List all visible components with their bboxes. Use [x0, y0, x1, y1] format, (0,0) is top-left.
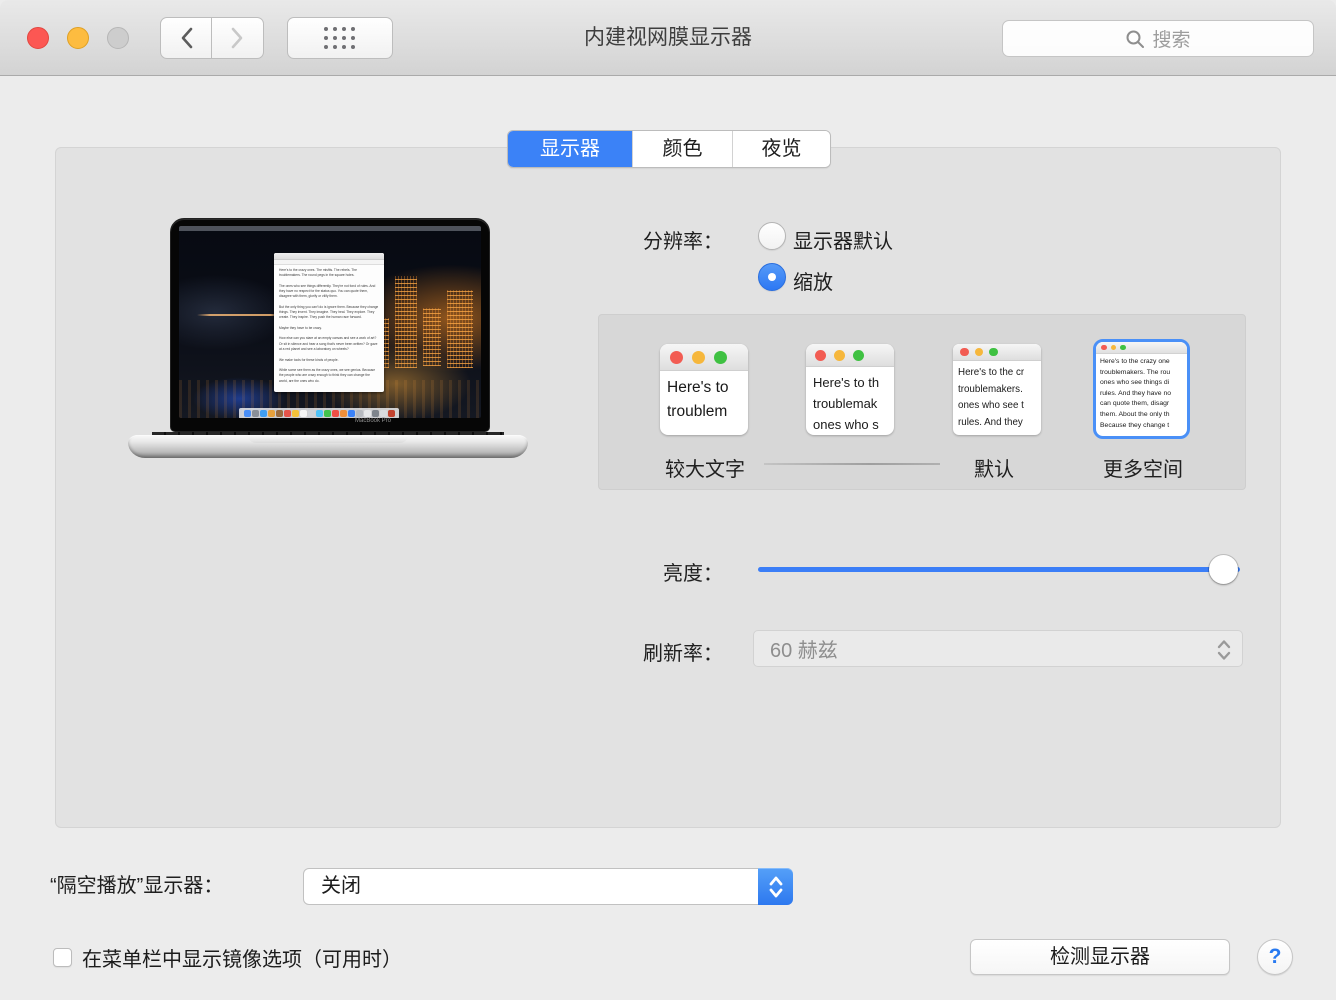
tab-bar: 显示器 颜色 夜览: [507, 130, 831, 168]
scale-option-2[interactable]: Here's to th troublemak ones who s: [806, 344, 894, 435]
tab-color[interactable]: 颜色: [632, 131, 732, 167]
grid-icon: [321, 25, 359, 51]
airplay-value: 关闭: [321, 869, 361, 904]
brightness-label: 亮度：: [423, 557, 723, 586]
scaled-resolutions-panel: Here's to troublem Here's to th troublem…: [598, 314, 1246, 490]
refresh-rate-dropdown[interactable]: 60 赫兹: [753, 630, 1243, 667]
macbook-pro-label: MacBook Pro: [213, 418, 533, 424]
forward-button: [212, 17, 264, 59]
chevron-up-down-icon: [768, 874, 784, 900]
search-placeholder: 搜索: [1152, 25, 1190, 52]
mini-bridge-lights: [197, 314, 283, 316]
back-button[interactable]: [160, 17, 212, 59]
macbook-lid-notch: [248, 435, 408, 443]
scale-option-more-space-selected[interactable]: Here's to the crazy one troublemakers. T…: [1093, 339, 1190, 439]
brightness-knob[interactable]: [1209, 555, 1238, 584]
dock: [239, 408, 399, 418]
tab-night-shift[interactable]: 夜览: [732, 131, 830, 167]
scale-option-default[interactable]: Here's to the cr troublemakers. ones who…: [953, 344, 1041, 435]
label-more-space: 更多空间: [1093, 453, 1193, 482]
scale-option-larger-text[interactable]: Here's to troublem: [660, 344, 748, 435]
minimize-window-button[interactable]: [67, 27, 89, 49]
brightness-track[interactable]: [758, 567, 1240, 572]
radio-default-for-display[interactable]: [758, 222, 786, 250]
show-mirroring-label[interactable]: 在菜单栏中显示镜像选项（可用时）: [82, 943, 402, 972]
popup-arrows-cap: [758, 868, 793, 905]
macbook-illustration: Here's to the crazy ones. The misfits. T…: [128, 218, 528, 460]
radio-scaled-label[interactable]: 缩放: [793, 266, 833, 295]
close-window-button[interactable]: [27, 27, 49, 49]
refresh-rate-label: 刷新率：: [423, 637, 723, 666]
airplay-dropdown[interactable]: 关闭: [303, 868, 793, 905]
show-mirroring-checkbox[interactable]: [53, 948, 72, 967]
brightness-slider[interactable]: [758, 554, 1240, 584]
mini-textedit-window: Here's to the crazy ones. The misfits. T…: [274, 253, 384, 392]
label-default: 默认: [944, 453, 1044, 482]
help-button[interactable]: ?: [1257, 939, 1293, 975]
tab-display[interactable]: 显示器: [508, 131, 632, 167]
zoom-window-button: [107, 27, 129, 49]
refresh-rate-value: 60 赫兹: [770, 634, 838, 663]
chevron-right-icon: [231, 27, 244, 49]
show-all-preferences-button[interactable]: [287, 17, 393, 59]
window-titlebar: 内建视网膜显示器 搜索: [0, 0, 1336, 76]
scale-track-line: [764, 463, 940, 465]
radio-scaled[interactable]: [758, 263, 786, 291]
radio-default-label[interactable]: 显示器默认: [793, 225, 893, 254]
mirroring-option-row: 在菜单栏中显示镜像选项（可用时）: [53, 943, 402, 972]
mini-document-text: Here's to the crazy ones. The misfits. T…: [274, 265, 384, 387]
resolution-label: 分辨率：: [423, 225, 723, 254]
nav-button-group: [160, 17, 264, 59]
search-input[interactable]: 搜索: [1002, 20, 1314, 57]
detect-displays-button[interactable]: 检测显示器: [970, 939, 1230, 975]
search-icon: [1125, 29, 1145, 49]
label-larger-text: 较大文字: [655, 453, 755, 482]
airplay-display-label: “隔空播放”显示器：: [50, 868, 223, 905]
macbook-display-wallpaper: Here's to the crazy ones. The misfits. T…: [179, 226, 481, 418]
chevron-left-icon: [180, 27, 193, 49]
chevron-up-down-icon: [1216, 638, 1232, 668]
